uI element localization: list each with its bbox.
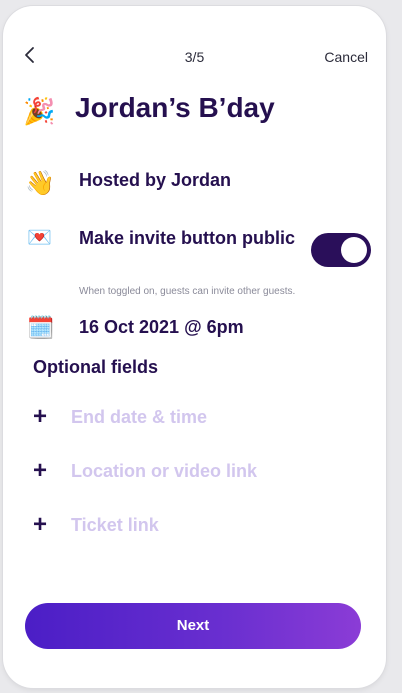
top-bar: 3/5 Cancel bbox=[3, 6, 386, 66]
invite-public-label: Make invite button public bbox=[79, 228, 296, 248]
optional-field-label: Location or video link bbox=[71, 461, 258, 481]
love-letter-icon: 💌 bbox=[27, 227, 52, 249]
optional-field-label: Ticket link bbox=[71, 515, 159, 535]
plus-icon: + bbox=[33, 403, 48, 430]
cancel-button[interactable]: Cancel bbox=[324, 49, 368, 65]
optional-fields-heading: Optional fields bbox=[33, 357, 159, 377]
next-button[interactable]: Next bbox=[25, 603, 361, 649]
event-title[interactable]: Jordan’s B’day bbox=[75, 92, 275, 124]
toggle-knob bbox=[341, 237, 367, 263]
invite-help-text: When toggled on, guests can invite other… bbox=[79, 286, 296, 297]
party-popper-icon: 🎉 bbox=[23, 96, 56, 126]
invite-public-toggle[interactable] bbox=[311, 233, 371, 267]
waving-hand-icon: 👋 bbox=[25, 170, 55, 197]
phone-screen: 3/5 Cancel 🎉 Jordan’s B’day 👋 Hosted by … bbox=[3, 6, 386, 688]
optional-field-label: End date & time bbox=[71, 407, 208, 427]
plus-icon: + bbox=[33, 511, 48, 538]
event-date[interactable]: 16 Oct 2021 @ 6pm bbox=[79, 317, 244, 338]
plus-icon: + bbox=[33, 457, 48, 484]
hosted-by-label[interactable]: Hosted by Jordan bbox=[79, 170, 231, 191]
calendar-icon: 🗓️ bbox=[27, 315, 55, 340]
